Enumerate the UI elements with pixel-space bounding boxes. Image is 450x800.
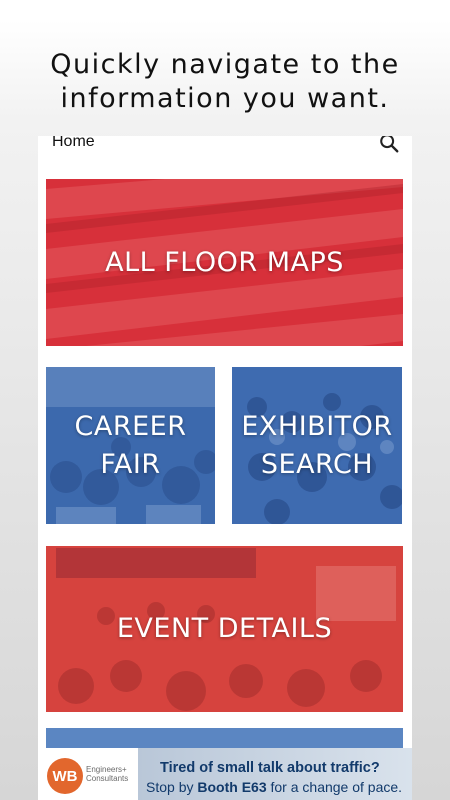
sponsor-message: Tired of small talk about traffic? Stop …: [138, 748, 412, 800]
ad-subline-post: for a change of pace.: [266, 779, 403, 795]
all-floor-maps-tile[interactable]: ALL FLOOR MAPS: [46, 179, 403, 346]
promo-headline: Quickly navigate to the information you …: [0, 48, 450, 116]
career-fair-label-line1: CAREER: [74, 410, 187, 442]
event-details-label: EVENT DETAILS: [116, 613, 333, 644]
exhibitor-search-label-line1: EXHIBITOR: [241, 410, 393, 442]
sponsor-ad-banner[interactable]: WB Engineers+ Consultants Tired of small…: [38, 748, 412, 800]
exhibitor-search-label-line2: SEARCH: [260, 448, 374, 480]
exhibitor-search-tile[interactable]: EXHIBITOR SEARCH: [232, 367, 402, 524]
career-fair-tile[interactable]: CAREER FAIR: [46, 367, 215, 524]
app-bar: Home: [38, 136, 412, 166]
ad-subline-pre: Stop by: [146, 779, 198, 795]
sponsor-logo: WB Engineers+ Consultants: [38, 748, 138, 800]
event-details-tile[interactable]: EVENT DETAILS: [46, 546, 403, 712]
phone-screen: Home ALL FLOOR MAPS CAREER FAIR EXHIBITO…: [38, 136, 412, 800]
promo-headline-line2: information you want.: [60, 83, 390, 114]
career-fair-label-line2: FAIR: [100, 448, 161, 480]
sponsor-logo-line2: Consultants: [86, 774, 129, 783]
ad-subline: Stop by Booth E63 for a change of pace.: [146, 779, 402, 795]
sponsor-logo-line1: Engineers+: [86, 765, 127, 774]
sponsor-logo-text: Engineers+ Consultants: [86, 765, 136, 783]
all-floor-maps-label: ALL FLOOR MAPS: [105, 246, 344, 278]
promo-headline-line1: Quickly navigate to the: [50, 49, 400, 80]
page-title: Home: [52, 136, 95, 150]
search-icon[interactable]: [378, 136, 400, 154]
ad-headline: Tired of small talk about traffic?: [160, 760, 380, 776]
exhibitor-search-label: EXHIBITOR SEARCH: [241, 408, 392, 484]
sponsor-logo-mark: WB: [47, 758, 83, 794]
ad-booth: Booth E63: [197, 779, 267, 795]
career-fair-label: CAREER FAIR: [75, 408, 187, 484]
